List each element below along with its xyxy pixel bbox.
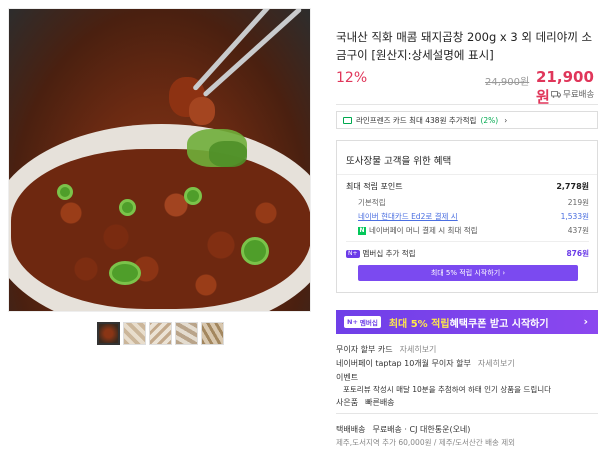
card-promo-text: 라인프렌즈 카드 최대 438원 추가적립 <box>356 115 477 125</box>
membership-icon: N+ <box>346 249 360 258</box>
promo-text: 혜택쿠폰 받고 시작하기 <box>449 318 549 330</box>
thumbnail[interactable] <box>123 322 146 345</box>
benefit-box: 또사장물 고객을 위한 혜택 최대 적립 포인트 2,778원 기본적립 219… <box>336 140 598 293</box>
chevron-right-icon: › <box>583 315 588 328</box>
product-main-image[interactable] <box>8 8 311 312</box>
promo-highlight: 최대 5% 적립 <box>388 318 450 330</box>
points-row: 기본적립 219원 <box>346 197 589 208</box>
chopstick <box>192 9 283 92</box>
food-dish <box>11 149 310 309</box>
discount-rate: 12% <box>336 70 368 86</box>
points-row-value: 437원 <box>567 226 589 235</box>
thumbnail[interactable] <box>201 322 224 345</box>
membership-promo-banner[interactable]: N+ 멤버십 최대 5% 적립 혜택쿠폰 받고 시작하기 › <box>336 310 598 334</box>
pepper <box>109 261 141 285</box>
points-row-label[interactable]: 네이버 현대카드 Ed2로 결제 시 <box>346 211 458 222</box>
npay-icon: N+ <box>347 318 358 326</box>
npay-more-link[interactable]: 자세히보기 <box>478 358 515 369</box>
max-points-value: 2,778원 <box>556 182 589 191</box>
thumbnail[interactable] <box>175 322 198 345</box>
pepper <box>57 184 73 200</box>
card-promo-bar[interactable]: 라인프렌즈 카드 최대 438원 추가적립 (2%) › <box>336 111 598 129</box>
shipping-text: 무료배송 <box>563 90 595 100</box>
gift-row: 사은품 빠른배송 <box>336 397 395 408</box>
membership-value: 876원 <box>566 249 589 258</box>
card-icon <box>343 116 352 124</box>
gift-value: 빠른배송 <box>365 398 395 407</box>
event-row: 이벤트 <box>336 372 358 383</box>
chevron-right-icon: › <box>504 115 508 125</box>
membership-row: N+ 멤버십 추가 적립 876원 <box>346 248 589 259</box>
card-installment-label: 무이자 할부 카드 <box>336 345 393 354</box>
npay-installment-label: 네이버페이 taptap 10개월 무이자 할부 <box>336 359 471 368</box>
benefit-heading: 또사장물 고객을 위한 혜택 <box>346 156 452 167</box>
points-row-value: 1,533원 <box>560 212 589 221</box>
pepper <box>241 237 269 265</box>
card-installment-row: 무이자 할부 카드 자세히보기 <box>336 344 436 355</box>
points-row-label: 네이버페이 머니 결제 시 최대 적립 <box>369 226 478 235</box>
gift-label: 사은품 <box>336 398 359 407</box>
thumbnail[interactable] <box>149 322 172 345</box>
delivery-row: 택배배송 무료배송 · CJ 대한통운(오네) <box>336 424 470 435</box>
divider <box>336 104 598 105</box>
delivery-value: 무료배송 · CJ 대한통운(오네) <box>372 425 471 434</box>
divider <box>336 413 598 414</box>
membership-button-label: 최대 5% 적립 시작하기 <box>430 269 501 277</box>
membership-start-button[interactable]: 최대 5% 적립 시작하기 › <box>358 265 578 281</box>
promo-badge-label: 멤버십 <box>359 319 378 327</box>
max-points-label: 최대 적립 포인트 <box>346 182 403 191</box>
points-row: N 네이버페이 머니 결제 시 최대 적립 437원 <box>346 225 589 236</box>
points-row-value: 219원 <box>567 198 589 207</box>
original-price: 24,900원 <box>485 77 530 88</box>
thumbnail-strip <box>97 322 224 345</box>
delivery-label: 택배배송 <box>336 425 366 434</box>
divider <box>346 241 589 242</box>
thumbnail[interactable] <box>97 322 120 345</box>
shipping-info: 무료배송 <box>551 88 594 100</box>
product-gallery <box>0 0 316 457</box>
pepper <box>119 199 136 216</box>
chevron-right-icon: › <box>500 269 506 277</box>
points-row[interactable]: 네이버 현대카드 Ed2로 결제 시 1,533원 <box>346 211 589 222</box>
points-row-label: 기본적립 <box>358 198 386 207</box>
card-more-link[interactable]: 자세히보기 <box>400 344 437 355</box>
event-label: 이벤트 <box>336 373 359 382</box>
membership-label: 멤버십 추가 적립 <box>362 249 416 258</box>
chopstick-bite <box>189 97 215 125</box>
max-points-row: 최대 적립 포인트 2,778원 <box>346 181 589 192</box>
pepper <box>184 187 202 205</box>
npay-installment-row: 네이버페이 taptap 10개월 무이자 할부 자세히보기 <box>336 358 515 369</box>
product-title: 국내산 직화 매콤 돼지곱창 200g x 3 외 데리야끼 소금구이 [원산지… <box>336 30 593 62</box>
delivery-extra-fee: 제주,도서지역 추가 60,000원 / 제주/도서산간 배송 제외 <box>336 438 516 447</box>
truck-icon <box>551 90 561 98</box>
event-text: 포토리뷰 작성시 매달 10분을 추첨하여 하태 인기 상품을 드립니다 <box>343 385 552 394</box>
divider <box>337 174 597 175</box>
card-promo-percent: (2%) <box>480 115 499 125</box>
npay-icon: N <box>358 226 366 235</box>
herb <box>209 141 247 167</box>
